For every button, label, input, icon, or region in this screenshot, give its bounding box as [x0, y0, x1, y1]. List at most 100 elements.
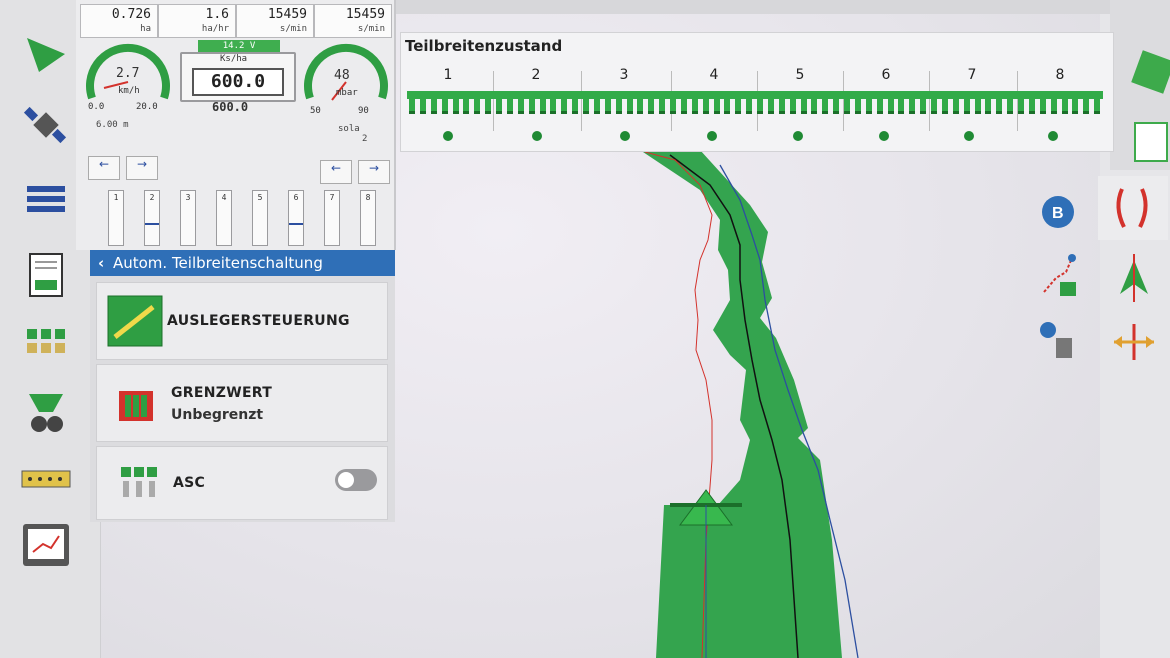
- play-icon: [27, 38, 65, 72]
- asc-toggle[interactable]: [335, 469, 377, 491]
- row-unit: [561, 91, 568, 114]
- speed-gauge: 2.7 km/h 0.0 20.0: [84, 38, 172, 118]
- rate-target: 600.0: [212, 100, 249, 114]
- seed-counter-2: 15459 s/min: [314, 4, 392, 38]
- section-column[interactable]: 4: [216, 190, 232, 246]
- row-unit: [876, 91, 883, 114]
- section-column[interactable]: 7: [324, 190, 340, 246]
- menu-header[interactable]: ‹ Autom. Teilbreitenschaltung: [90, 250, 395, 276]
- work-rate-value: 1.6: [205, 7, 229, 22]
- satellite-button[interactable]: [18, 100, 74, 150]
- section-status-dot: [620, 131, 630, 141]
- delete-icon: [1040, 322, 1072, 358]
- delete-button[interactable]: [1032, 314, 1084, 366]
- row-unit: [572, 91, 579, 114]
- row-unit: [626, 91, 633, 114]
- shift-right-button[interactable]: →: [126, 156, 158, 180]
- limit-icon: [119, 391, 153, 421]
- row-unit: [1039, 91, 1046, 114]
- row-unit: [1018, 91, 1024, 114]
- row-unit: [680, 91, 687, 114]
- limit-label: GRENZWERT: [171, 385, 273, 401]
- section-column-label: 5: [257, 193, 263, 202]
- guidance-button[interactable]: [1108, 252, 1160, 304]
- row-units-button[interactable]: [18, 455, 74, 505]
- sections-button[interactable]: [18, 318, 74, 368]
- seed-rate-value-1: 15459: [267, 7, 307, 22]
- section-column[interactable]: 6: [288, 190, 304, 246]
- asc-label: ASC: [173, 475, 206, 491]
- menu-title: Autom. Teilbreitenschaltung: [112, 254, 323, 272]
- map-layer-icon[interactable]: [1131, 50, 1170, 94]
- curve-mode-button[interactable]: [1098, 176, 1168, 240]
- section-column[interactable]: 2: [144, 190, 160, 246]
- section-status-dot: [964, 131, 974, 141]
- b-point-button[interactable]: B: [1032, 186, 1084, 238]
- rate-label: Ks/ha: [220, 54, 248, 64]
- pressure-gauge: 48 mbar 50 90: [302, 38, 390, 118]
- limit-item[interactable]: GRENZWERT Unbegrenzt: [96, 364, 388, 442]
- row-unit: [713, 91, 720, 114]
- pressure-scale-max: 90: [358, 106, 369, 116]
- section-column[interactable]: 8: [360, 190, 376, 246]
- planter-icon: [29, 394, 63, 432]
- section-column[interactable]: 5: [252, 190, 268, 246]
- section-column-label: 6: [293, 193, 299, 202]
- row-unit: [496, 91, 502, 114]
- section-column-label: 2: [149, 193, 155, 202]
- planter-button[interactable]: [18, 388, 74, 438]
- row-unit: [604, 91, 611, 114]
- pressure-scale-min: 50: [310, 106, 321, 116]
- row-unit: [778, 91, 785, 114]
- seed-counter-1: 15459 s/min: [236, 4, 314, 38]
- section-status-dot: [707, 131, 717, 141]
- area-unit: ha: [140, 24, 151, 34]
- row-unit: [528, 91, 535, 114]
- boom-control-item[interactable]: AUSLEGERSTEUERUNG: [96, 282, 388, 360]
- shift-left-button-2[interactable]: ←: [320, 160, 352, 184]
- back-chevron-icon: ‹: [98, 254, 105, 272]
- seed-rate-value-2: 15459: [345, 7, 385, 22]
- boom-control-icon: [107, 295, 163, 347]
- section-status-dot: [1048, 131, 1058, 141]
- play-button[interactable]: [18, 30, 74, 80]
- row-unit: [430, 91, 437, 114]
- asc-icon: [121, 467, 157, 497]
- path-button[interactable]: [1032, 250, 1084, 302]
- row-unit: [659, 91, 666, 114]
- row-unit: [593, 91, 600, 114]
- section-state-panel: Teilbreitenzustand 1 2 3 4 5 6 7 8: [400, 32, 1114, 152]
- row-unit: [746, 91, 753, 114]
- row-unit: [854, 91, 861, 114]
- section-column[interactable]: 1: [108, 190, 124, 246]
- speed-scale-min: 0.0: [88, 102, 105, 112]
- row-unit: [452, 91, 459, 114]
- width-readout: 6.00 m: [96, 120, 129, 130]
- asc-item[interactable]: ASC: [96, 446, 388, 520]
- section-column-label: 8: [365, 193, 371, 202]
- top-toolbar: [395, 0, 1170, 14]
- section-status-dot: [443, 131, 453, 141]
- row-unit: [637, 91, 644, 114]
- shift-right-button-2[interactable]: →: [358, 160, 390, 184]
- row-unit: [583, 91, 589, 114]
- voltage-badge: 14.2 V: [198, 40, 280, 52]
- field-view-icon[interactable]: [1134, 122, 1168, 162]
- limit-value: Unbegrenzt: [171, 407, 264, 423]
- row-unit: [670, 91, 676, 114]
- row-unit: [463, 91, 470, 114]
- shift-button[interactable]: [1108, 316, 1160, 368]
- monitor-button[interactable]: [18, 520, 74, 570]
- row-unit: [865, 91, 872, 114]
- section-column[interactable]: 3: [180, 190, 196, 246]
- row-unit: [974, 91, 981, 114]
- section-column-label: 1: [113, 193, 119, 202]
- rate-box[interactable]: Ks/ha 600.0: [180, 52, 296, 102]
- row-unit: [702, 91, 709, 114]
- row-unit: [474, 91, 481, 114]
- shift-left-button[interactable]: ←: [88, 156, 120, 180]
- row-unit: [963, 91, 970, 114]
- row-unit: [811, 91, 818, 114]
- report-button[interactable]: [18, 250, 74, 300]
- layers-button[interactable]: [18, 175, 74, 225]
